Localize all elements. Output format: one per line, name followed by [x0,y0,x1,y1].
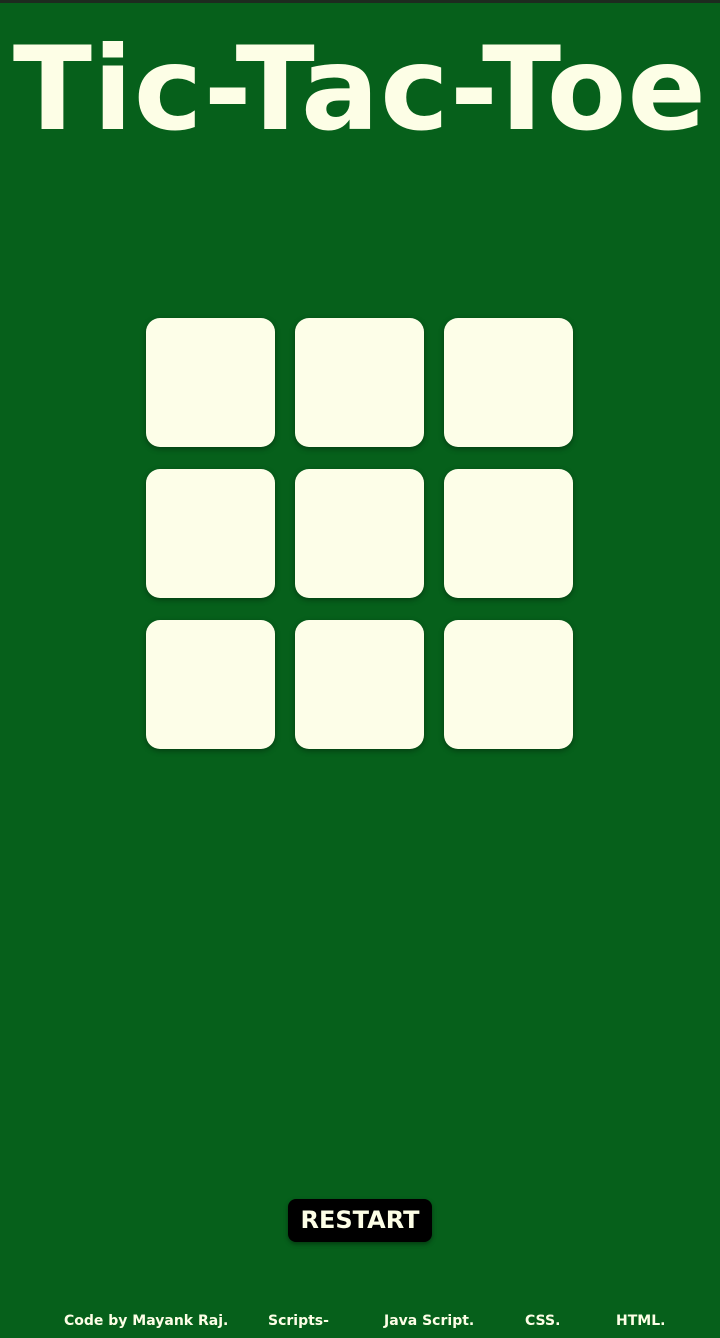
footer-scripts-label: Scripts- [268,1313,329,1329]
footer-css: CSS. [525,1313,561,1329]
board-cell-3[interactable] [444,318,573,447]
footer-javascript: Java Script. [384,1313,475,1329]
footer-credit: Code by Mayank Raj. [64,1313,229,1329]
board-cell-6[interactable] [444,469,573,598]
board-cell-1[interactable] [146,318,275,447]
board-cell-4[interactable] [146,469,275,598]
board-cell-9[interactable] [444,620,573,749]
board-cell-2[interactable] [295,318,424,447]
game-board [146,318,574,749]
footer: Code by Mayank Raj. Scripts- Java Script… [0,1310,720,1334]
top-border [0,0,720,3]
board-cell-8[interactable] [295,620,424,749]
footer-html: HTML. [616,1313,666,1329]
page-title: Tic-Tac-Toe [12,22,708,157]
board-cell-5[interactable] [295,469,424,598]
restart-button[interactable]: RESTART [288,1199,432,1242]
board-cell-7[interactable] [146,620,275,749]
